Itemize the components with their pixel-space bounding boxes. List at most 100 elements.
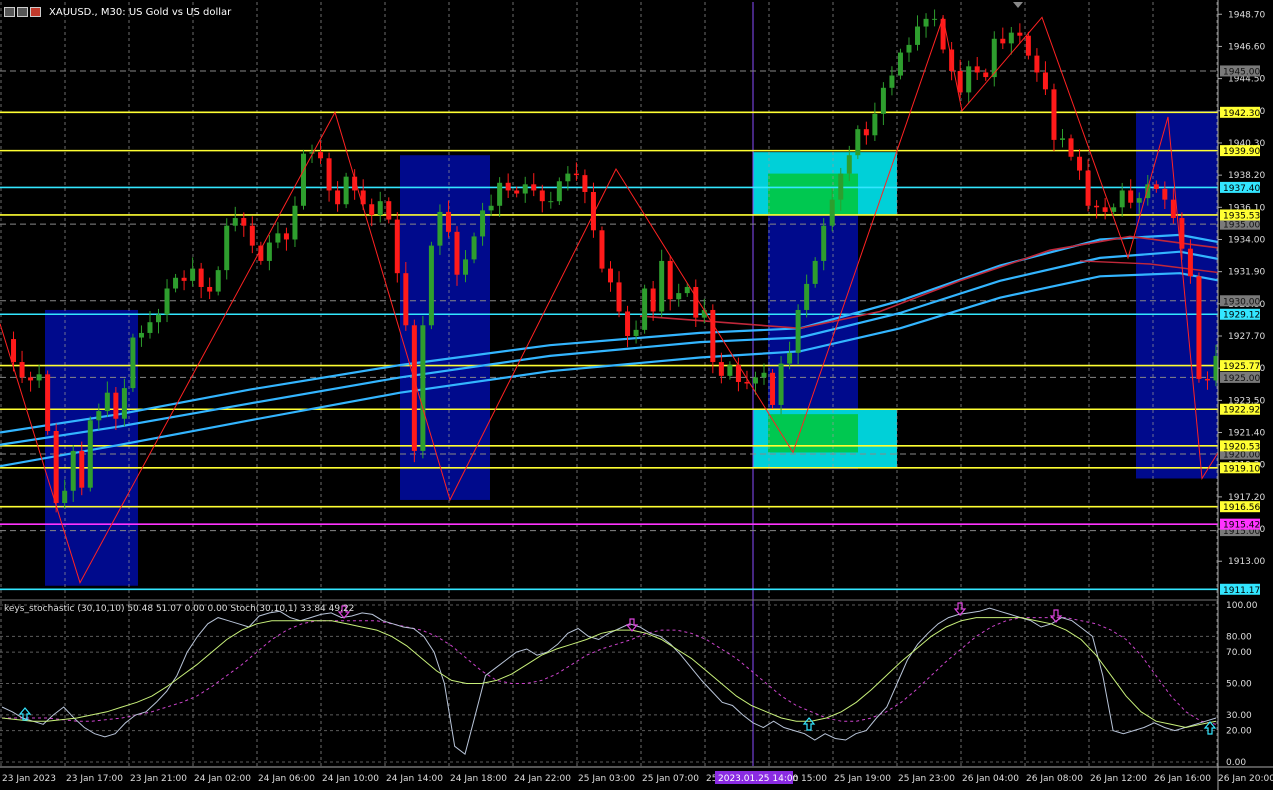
candle-body: [1170, 199, 1176, 219]
time-tick-label: 24 Jan 02:00: [194, 774, 251, 784]
candle: [215, 266, 221, 296]
candle-body: [770, 372, 776, 405]
candle-body: [693, 286, 699, 318]
candle: [343, 172, 349, 209]
candle-body: [121, 388, 127, 419]
candle-body: [190, 268, 196, 281]
candle-body: [522, 184, 528, 194]
candle-body: [445, 211, 451, 232]
candle-body: [676, 293, 682, 300]
level-label: 1922.92: [1223, 406, 1260, 416]
candle-body: [11, 339, 17, 363]
candle-body: [966, 66, 972, 93]
candle-body: [156, 314, 162, 323]
time-tick-label: 23 Jan 17:00: [66, 774, 123, 784]
candle-body: [710, 309, 716, 363]
candle-body: [1111, 207, 1117, 212]
close-icon[interactable]: [30, 7, 41, 17]
candle-body: [19, 362, 25, 378]
candle-body: [87, 420, 93, 488]
candle: [556, 177, 562, 206]
candle-body: [599, 230, 605, 269]
candle-body: [1128, 190, 1134, 203]
time-tick-label: 25 Jan 07:00: [642, 774, 699, 784]
candle-body: [173, 277, 179, 289]
candle-body: [556, 181, 562, 202]
level-label: 1939.90: [1223, 147, 1260, 157]
price-tick-label: 1931.90: [1228, 268, 1265, 278]
candle-body: [906, 44, 912, 53]
candle-body: [659, 260, 665, 312]
time-tick-label: 26 Jan 08:00: [1026, 774, 1083, 784]
time-tick-label: 24 Jan 10:00: [322, 774, 379, 784]
candle-body: [548, 201, 554, 203]
candle-body: [1042, 72, 1048, 90]
candle-body: [582, 175, 588, 192]
candle-body: [1077, 156, 1083, 171]
candle-body: [829, 199, 835, 226]
candle-body: [752, 377, 758, 384]
candle-body: [1162, 188, 1168, 200]
candle-body: [113, 392, 119, 419]
candle-body: [872, 113, 878, 136]
candle: [1196, 272, 1202, 383]
candle-body: [62, 490, 68, 504]
time-tick-label: 25 Jan 03:00: [578, 774, 635, 784]
indicator-title: keys_stochastic (30,10,10) 50.48 51.07 0…: [4, 604, 355, 614]
candle-body: [420, 325, 426, 451]
level-label: 1919.10: [1223, 464, 1260, 474]
candle-body: [275, 233, 281, 243]
window-icon[interactable]: [17, 7, 28, 17]
round-level-label: 1930.00: [1223, 297, 1260, 307]
window-icon[interactable]: [4, 7, 15, 17]
candle-body: [326, 158, 332, 191]
candle-body: [369, 204, 375, 215]
stoch-tick-label: 50.00: [1226, 680, 1252, 690]
candle-body: [531, 184, 537, 191]
price-tick-label: 1934.00: [1228, 235, 1265, 245]
candle-body: [1204, 378, 1210, 381]
candle: [897, 48, 903, 80]
price-tick-label: 1938.20: [1228, 171, 1265, 181]
candle-body: [608, 268, 613, 283]
candle: [428, 241, 434, 330]
candle-body: [53, 430, 59, 504]
candle-body: [79, 450, 85, 488]
price-chart[interactable]: 1948.701946.601944.501942.401940.301938.…: [0, 0, 1273, 790]
candle-body: [1136, 198, 1142, 203]
symbol-title: XAUUSD., M30: US Gold vs US dollar: [49, 6, 232, 18]
level-label: 1920.53: [1223, 442, 1260, 452]
price-tick-label: 1946.60: [1228, 42, 1265, 52]
price-tick-label: 1948.70: [1228, 10, 1265, 20]
candle-body: [1025, 35, 1031, 56]
level-label: 1925.77: [1223, 362, 1260, 372]
candle-body: [471, 236, 477, 260]
candle-body: [718, 362, 724, 376]
candle-body: [1187, 248, 1193, 277]
round-level-label: 1935.00: [1223, 221, 1260, 231]
time-tick-label: 24 Jan 18:00: [450, 774, 507, 784]
candle-body: [1094, 205, 1100, 208]
candle-body: [335, 190, 341, 205]
candle-body: [514, 190, 520, 194]
candle: [130, 333, 136, 392]
candle-body: [1000, 38, 1006, 44]
price-tick-label: 1927.70: [1228, 332, 1265, 342]
candle: [812, 257, 818, 288]
chart-background: [0, 0, 1273, 790]
round-level-label: 1925.00: [1223, 374, 1260, 384]
candle-body: [36, 374, 42, 381]
candle-body: [889, 75, 895, 88]
candle-body: [198, 268, 204, 287]
candle-body: [241, 218, 247, 226]
candle-body: [403, 273, 409, 326]
candle-body: [761, 372, 767, 378]
candle: [300, 149, 306, 210]
candle-body: [795, 309, 801, 353]
candle-body: [821, 225, 827, 261]
level-label: 1937.40: [1223, 184, 1260, 194]
candle: [394, 212, 400, 283]
support-zone-box: [1136, 110, 1218, 479]
candle: [411, 319, 417, 463]
candle: [386, 197, 392, 224]
